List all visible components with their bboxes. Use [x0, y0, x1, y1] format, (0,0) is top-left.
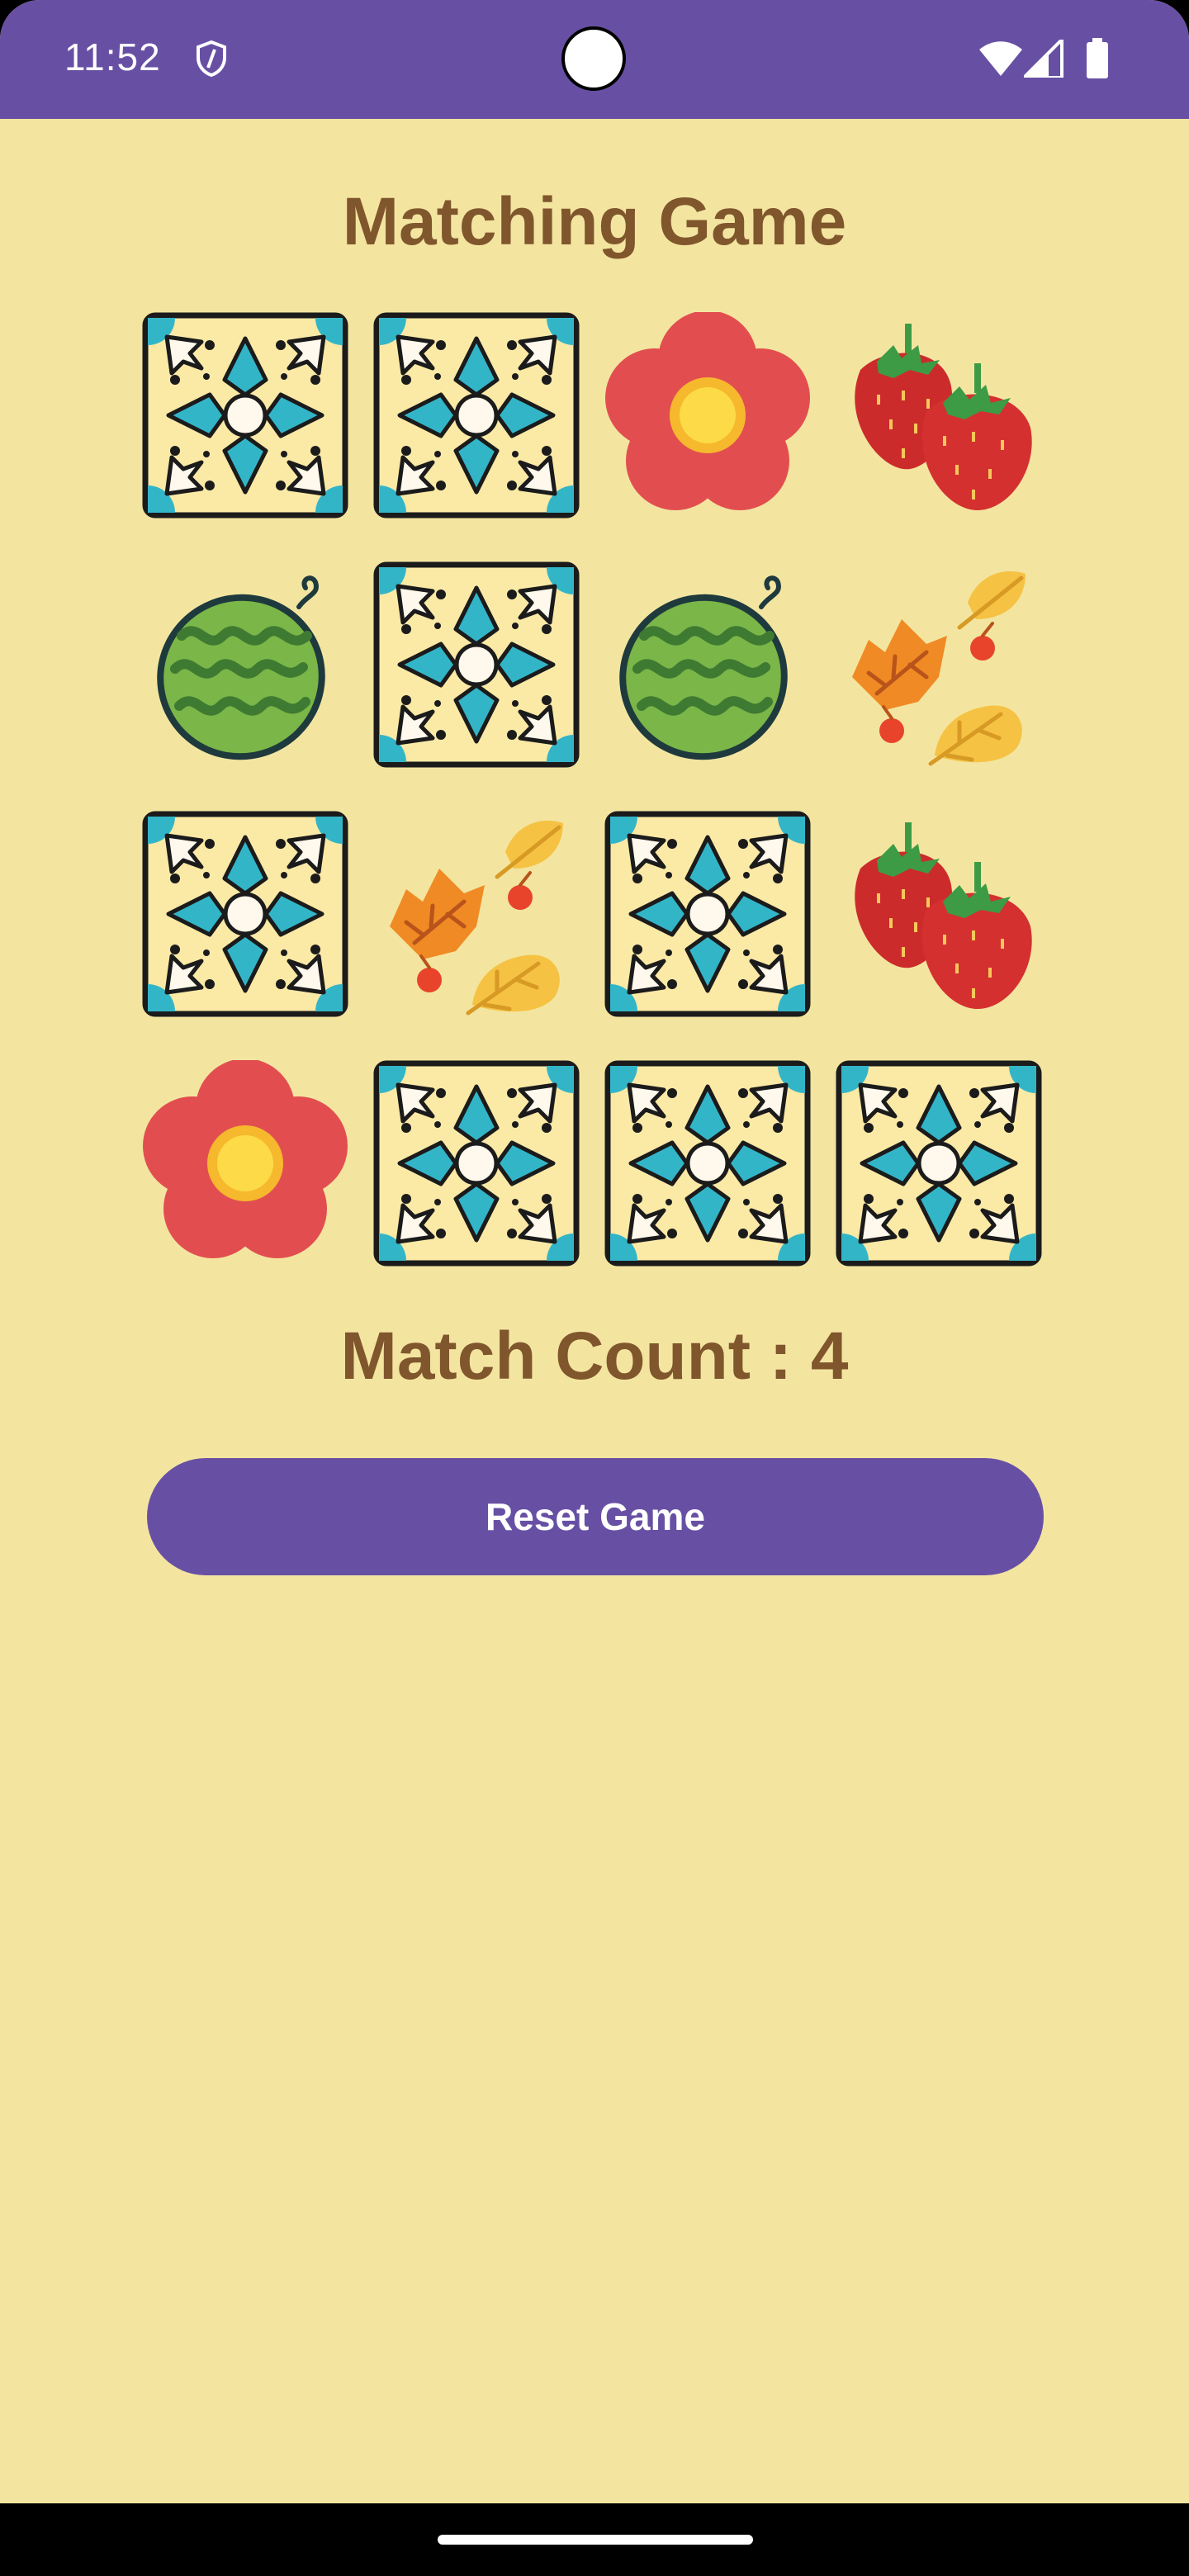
- card-grid: [142, 312, 1042, 1267]
- card-tile-back[interactable]: [373, 312, 580, 519]
- card-tile-back[interactable]: [142, 312, 348, 519]
- home-indicator[interactable]: [438, 2535, 753, 2545]
- tile-back-icon: [142, 811, 348, 1017]
- flower-icon: [605, 312, 810, 510]
- tile-back-icon: [373, 1060, 580, 1267]
- card-tile-back[interactable]: [604, 1060, 811, 1267]
- strawberries-icon: [855, 822, 1032, 1009]
- wifi-icon: [979, 41, 1022, 80]
- app-screen: 11:52 Matching Game Match Count: 4 Rese…: [0, 0, 1189, 2503]
- card-watermelon[interactable]: [604, 561, 811, 768]
- card-autumn-leaves[interactable]: [836, 561, 1042, 768]
- card-watermelon[interactable]: [142, 561, 348, 768]
- flower-icon: [143, 1060, 348, 1258]
- camera-cutout: [561, 26, 626, 91]
- card-autumn-leaves[interactable]: [373, 811, 580, 1017]
- tile-back-icon: [604, 811, 811, 1017]
- card-flower[interactable]: [142, 1060, 348, 1267]
- watermelon-icon: [157, 575, 325, 760]
- card-strawberries[interactable]: [836, 312, 1042, 519]
- tile-back-icon: [604, 1060, 811, 1267]
- tile-back-icon: [836, 1060, 1042, 1267]
- card-tile-back[interactable]: [604, 811, 811, 1017]
- tile-back-icon: [142, 312, 348, 519]
- status-time: 11:52: [64, 36, 161, 78]
- status-bar: 11:52: [0, 0, 1189, 119]
- tile-back-icon: [373, 561, 580, 768]
- shield-icon: [195, 40, 228, 82]
- card-flower[interactable]: [604, 312, 811, 519]
- card-tile-back[interactable]: [142, 811, 348, 1017]
- reset-game-button[interactable]: Reset Game: [147, 1458, 1044, 1575]
- battery-icon: [1085, 38, 1110, 83]
- card-tile-back[interactable]: [836, 1060, 1042, 1267]
- tile-back-icon: [373, 312, 580, 519]
- page-title: Matching Game: [342, 184, 847, 259]
- autumn-leaves-icon: [390, 820, 563, 1016]
- card-strawberries[interactable]: [836, 811, 1042, 1017]
- strawberries-icon: [855, 324, 1032, 510]
- match-count: Match Count : 4: [340, 1319, 849, 1394]
- card-tile-back[interactable]: [373, 561, 580, 768]
- signal-icon: [1020, 36, 1063, 82]
- card-tile-back[interactable]: [373, 1060, 580, 1267]
- autumn-leaves-icon: [852, 571, 1026, 766]
- watermelon-icon: [619, 575, 788, 760]
